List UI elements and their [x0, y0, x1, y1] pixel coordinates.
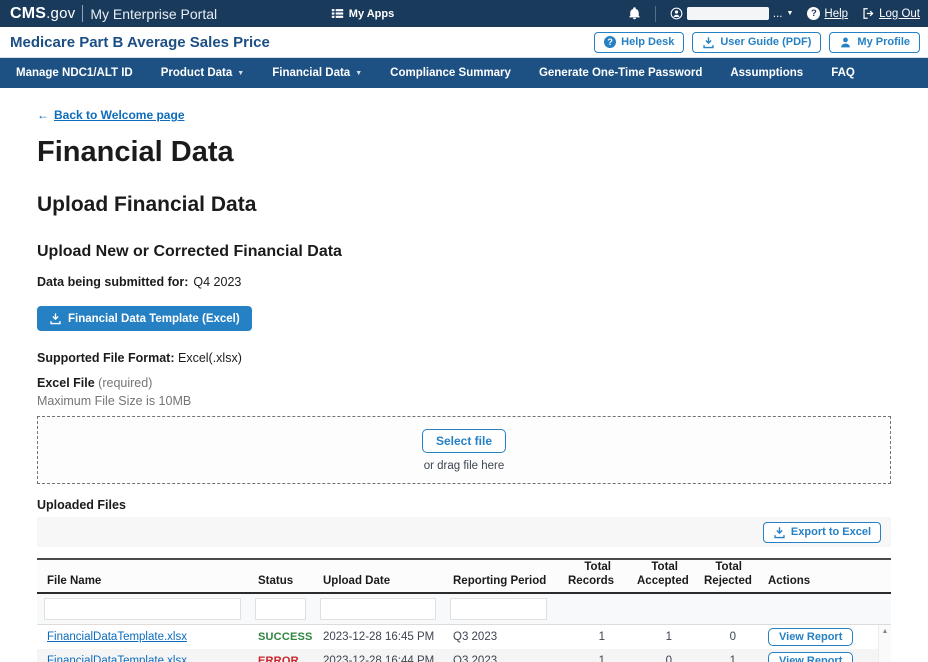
supported-format-line: Supported File Format: Excel(.xlsx)	[37, 351, 891, 365]
filter-reporting-period-input[interactable]	[450, 598, 547, 620]
chevron-down-icon: ▼	[355, 70, 362, 77]
arrow-left-icon: ←	[37, 108, 49, 122]
col-total-accepted: Total Accepted	[627, 560, 694, 595]
user-guide-button[interactable]: User Guide (PDF)	[692, 32, 821, 53]
nav-assumptions[interactable]: Assumptions	[716, 58, 817, 88]
back-to-welcome-link[interactable]: ← Back to Welcome page	[37, 108, 185, 122]
total-rejected-cell: 1	[694, 655, 758, 662]
page-title: Financial Data	[37, 136, 891, 169]
user-menu[interactable]: ... ▼	[670, 7, 794, 20]
help-desk-button[interactable]: ? Help Desk	[594, 32, 684, 53]
my-apps-button[interactable]: My Apps	[331, 7, 394, 20]
col-total-records: Total Records	[558, 560, 627, 595]
upload-date-cell: 2023-12-28 16:45 PM	[313, 631, 443, 643]
filter-file-name-input[interactable]	[44, 598, 241, 620]
app-header: Medicare Part B Average Sales Price ? He…	[0, 27, 928, 58]
submitting-for-value: Q4 2023	[193, 275, 241, 289]
status-badge: ERROR	[258, 655, 299, 662]
table-scrollbar[interactable]: ▲	[878, 625, 891, 662]
user-name-redacted	[687, 7, 769, 20]
user-circle-icon	[670, 7, 683, 20]
nav-faq[interactable]: FAQ	[817, 58, 869, 88]
main-nav: Manage NDC1/ALT ID Product Data▼ Financi…	[0, 58, 928, 88]
user-name-ellipsis: ...	[773, 8, 783, 20]
total-records-cell: 1	[558, 631, 627, 643]
log-out-link[interactable]: Log Out	[862, 7, 920, 20]
col-upload-date: Upload Date	[313, 574, 443, 594]
status-badge: SUCCESS	[258, 631, 313, 643]
total-rejected-cell: 0	[694, 631, 758, 643]
question-circle-icon: ?	[807, 7, 820, 20]
filter-upload-date-input[interactable]	[320, 598, 436, 620]
max-file-size-note: Maximum File Size is 10MB	[37, 394, 891, 408]
select-file-button[interactable]: Select file	[422, 429, 506, 453]
file-name-link[interactable]: FinancialDataTemplate.xlsx	[47, 631, 187, 643]
help-link[interactable]: ? Help	[807, 7, 848, 20]
total-accepted-cell: 0	[627, 655, 694, 662]
chevron-down-icon: ▼	[786, 10, 793, 17]
log-out-icon	[862, 7, 875, 20]
table-body: FinancialDataTemplate.xlsx SUCCESS 2023-…	[37, 625, 891, 662]
col-status: Status	[248, 574, 313, 594]
submitting-for-line: Data being submitted for: Q4 2023	[37, 275, 891, 289]
notifications-button[interactable]	[628, 7, 641, 20]
table-row: FinancialDataTemplate.xlsx ERROR 2023-12…	[37, 649, 891, 662]
question-circle-icon: ?	[604, 36, 616, 48]
person-icon	[839, 36, 852, 49]
cms-logo: CMS.gov	[10, 5, 75, 23]
scroll-up-icon: ▲	[882, 628, 889, 635]
view-report-button[interactable]: View Report	[768, 652, 853, 662]
portal-name: My Enterprise Portal	[90, 6, 217, 22]
excel-file-label: Excel File (required)	[37, 376, 891, 390]
upload-date-cell: 2023-12-28 16:44 PM	[313, 655, 443, 662]
uploaded-files-title: Uploaded Files	[37, 498, 891, 512]
nav-generate-otp[interactable]: Generate One-Time Password	[525, 58, 716, 88]
nav-compliance-summary[interactable]: Compliance Summary	[376, 58, 525, 88]
cms-brand[interactable]: CMS.gov My Enterprise Portal	[10, 5, 217, 23]
table-toolbar: Export to Excel	[37, 517, 891, 547]
nav-product-data[interactable]: Product Data▼	[147, 58, 259, 88]
total-accepted-cell: 1	[627, 631, 694, 643]
nav-manage-ndc-alt-id[interactable]: Manage NDC1/ALT ID	[2, 58, 147, 88]
bell-icon	[628, 7, 641, 20]
submitting-for-label: Data being submitted for:	[37, 275, 188, 289]
col-total-rejected: Total Rejected	[694, 560, 758, 595]
reporting-period-cell: Q3 2023	[443, 655, 558, 662]
my-profile-button[interactable]: My Profile	[829, 32, 920, 53]
reporting-period-cell: Q3 2023	[443, 631, 558, 643]
chevron-down-icon: ▼	[237, 70, 244, 77]
col-file-name: File Name	[37, 574, 248, 594]
col-actions: Actions	[758, 574, 891, 594]
topbar-divider	[655, 6, 656, 22]
section-title: Upload Financial Data	[37, 193, 891, 217]
file-name-link[interactable]: FinancialDataTemplate.xlsx	[47, 655, 187, 662]
export-to-excel-button[interactable]: Export to Excel	[763, 522, 881, 543]
file-dropzone[interactable]: Select file or drag file here	[37, 416, 891, 484]
drag-file-text: or drag file here	[424, 460, 505, 472]
download-icon	[773, 526, 786, 539]
table-gap	[37, 547, 891, 558]
brand-divider	[82, 5, 83, 22]
app-title: Medicare Part B Average Sales Price	[10, 34, 270, 51]
view-report-button[interactable]: View Report	[768, 628, 853, 646]
total-records-cell: 1	[558, 655, 627, 662]
download-icon	[702, 36, 715, 49]
download-icon	[49, 312, 62, 325]
uploaded-files-table: Export to Excel File Name Status Upload …	[37, 517, 891, 662]
subsection-title: Upload New or Corrected Financial Data	[37, 243, 891, 261]
financial-data-template-button[interactable]: Financial Data Template (Excel)	[37, 306, 252, 331]
table-row: FinancialDataTemplate.xlsx SUCCESS 2023-…	[37, 625, 891, 649]
main-content: ← Back to Welcome page Financial Data Up…	[0, 88, 928, 662]
my-apps-label: My Apps	[349, 8, 394, 20]
table-header-row: File Name Status Upload Date Reporting P…	[37, 558, 891, 594]
table-filter-row	[37, 594, 891, 625]
nav-financial-data[interactable]: Financial Data▼	[258, 58, 376, 88]
filter-status-input[interactable]	[255, 598, 306, 620]
col-reporting-period: Reporting Period	[443, 574, 558, 594]
top-bar: CMS.gov My Enterprise Portal My Apps ...	[0, 0, 928, 27]
apps-list-icon	[331, 7, 344, 20]
